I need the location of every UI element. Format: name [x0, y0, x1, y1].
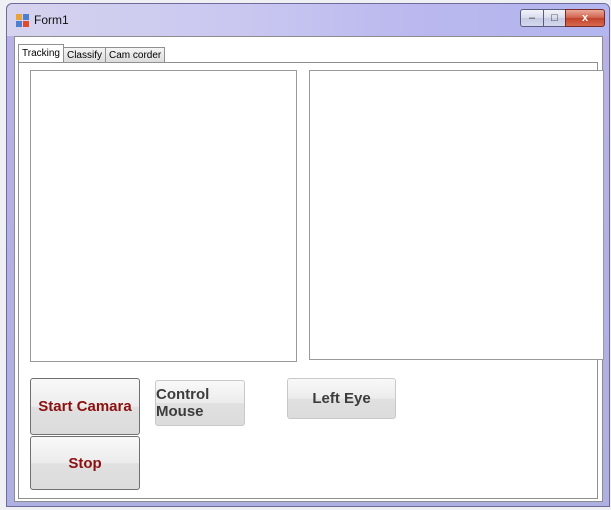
- tab-cam-corder[interactable]: Cam corder: [105, 47, 166, 62]
- close-icon: x: [581, 12, 589, 24]
- camera-feed-right: [309, 70, 604, 360]
- control-mouse-button[interactable]: Control Mouse: [155, 380, 245, 426]
- title-bar[interactable]: Form1 – □ x: [7, 4, 609, 36]
- app-icon: [16, 14, 29, 27]
- close-button[interactable]: x: [565, 9, 605, 27]
- left-eye-button[interactable]: Left Eye: [287, 378, 396, 419]
- minimize-button[interactable]: –: [520, 9, 543, 27]
- form1-window: Form1 – □ x Tracking Classify Cam corder…: [6, 3, 610, 507]
- tab-strip: Tracking Classify Cam corder: [18, 44, 166, 62]
- start-camera-button[interactable]: Start Camara: [30, 378, 140, 435]
- tab-classify[interactable]: Classify: [62, 47, 106, 62]
- maximize-icon: □: [551, 12, 558, 24]
- maximize-button[interactable]: □: [543, 9, 565, 27]
- window-title: Form1: [34, 13, 69, 27]
- form-client-area: Tracking Classify Cam corder Start Camar…: [14, 36, 604, 502]
- stop-button[interactable]: Stop: [30, 436, 140, 490]
- caption-buttons: – □ x: [520, 9, 605, 27]
- tracking-tab-page: Start Camara Control Mouse Left Eye Stop: [18, 62, 604, 499]
- minimize-icon: –: [528, 12, 536, 24]
- camera-feed-left: [30, 70, 297, 362]
- tab-tracking[interactable]: Tracking: [18, 44, 64, 62]
